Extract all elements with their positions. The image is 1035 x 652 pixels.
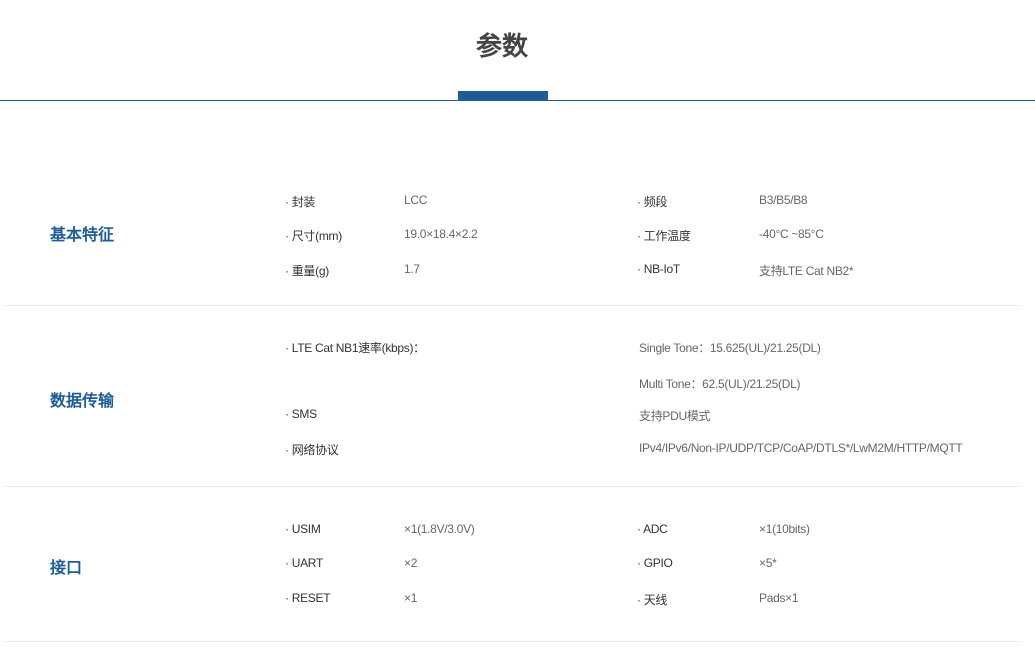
param-value: 19.0×18.4×2.2 <box>404 227 478 241</box>
section-divider <box>4 641 1022 642</box>
param-value: ×1(1.8V/3.0V) <box>404 522 475 536</box>
param-key: · USIM <box>285 522 321 536</box>
param-value: Pads×1 <box>759 591 799 605</box>
param-value: LCC <box>404 193 428 207</box>
param-key: · SMS <box>285 407 317 421</box>
title-accent-bar <box>458 91 548 101</box>
page-title: 参数 <box>475 32 528 62</box>
param-value: 支持PDU模式 <box>639 409 711 423</box>
param-value: -40°C ~85°C <box>759 227 824 241</box>
param-key: · 尺寸(mm) <box>285 229 342 243</box>
param-key: · 工作温度 <box>637 229 691 243</box>
param-key: · LTE Cat NB1速率(kbps)： <box>285 341 425 355</box>
param-value: Multi Tone：62.5(UL)/21.25(DL) <box>639 377 801 391</box>
section-label-data-transfer: 数据传输 <box>50 391 115 410</box>
param-key: · NB-IoT <box>637 262 680 276</box>
section-divider <box>4 486 1022 487</box>
param-key: · 重量(g) <box>285 264 329 278</box>
param-value: ×2 <box>404 556 418 570</box>
param-value: ×5* <box>759 556 777 570</box>
param-key: · 频段 <box>637 195 668 209</box>
param-key: · 网络协议 <box>285 443 339 457</box>
section-label-basic: 基本特征 <box>50 225 115 244</box>
param-value: IPv4/IPv6/Non-IP/UDP/TCP/CoAP/DTLS*/LwM2… <box>639 441 963 455</box>
param-value: Single Tone：15.625(UL)/21.25(DL) <box>639 341 821 355</box>
param-key: · 封装 <box>285 195 316 209</box>
param-value: ×1 <box>404 591 418 605</box>
param-key: · 天线 <box>637 593 668 607</box>
param-key: · UART <box>285 556 323 570</box>
param-key: · GPIO <box>637 556 673 570</box>
param-value: ×1(10bits) <box>759 522 810 536</box>
param-value: B3/B5/B8 <box>759 193 808 207</box>
section-label-interfaces: 接口 <box>50 558 83 577</box>
section-divider <box>4 305 1022 306</box>
param-key: · ADC <box>637 522 668 536</box>
param-value: 支持LTE Cat NB2* <box>759 264 854 278</box>
param-key: · RESET <box>285 591 331 605</box>
param-value: 1.7 <box>404 262 420 276</box>
